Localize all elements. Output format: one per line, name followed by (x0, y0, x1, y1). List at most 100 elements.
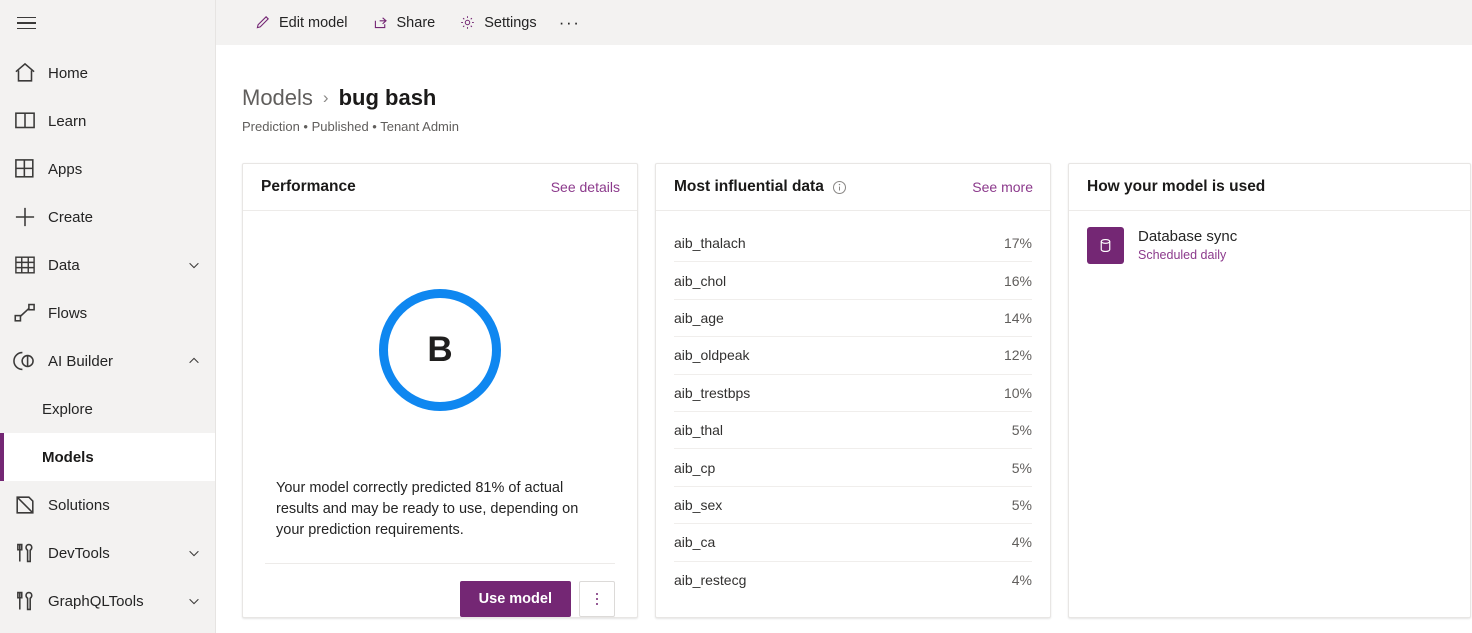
apps-icon (12, 159, 38, 179)
sidebar-item-label: AI Builder (48, 353, 187, 370)
performance-description: Your model correctly predicted 81% of ac… (265, 478, 615, 541)
main-content: Edit model Share Settings ··· Models › b… (216, 0, 1472, 633)
cards-container: Performance See details B Your model cor… (242, 163, 1472, 618)
feature-name: aib_trestbps (674, 385, 750, 401)
page-title: bug bash (339, 85, 437, 111)
sidebar-item-graphqltools[interactable]: GraphQLTools (0, 577, 215, 625)
sidebar-item-label: Data (48, 257, 187, 274)
usage-card-body: Database sync Scheduled daily (1069, 211, 1470, 617)
ai-builder-icon (12, 351, 38, 371)
feature-name: aib_restecg (674, 572, 746, 588)
sidebar-item-apps[interactable]: Apps (0, 145, 215, 193)
feature-name: aib_sex (674, 497, 722, 513)
feature-value: 12% (1004, 347, 1032, 363)
sidebar-item-data[interactable]: Data (0, 241, 215, 289)
sidebar-item-label: Create (48, 209, 201, 226)
feature-name: aib_thalach (674, 235, 746, 251)
info-icon[interactable] (832, 180, 847, 195)
table-row[interactable]: aib_thal 5% (674, 412, 1032, 449)
book-icon (12, 111, 38, 131)
hamburger-icon[interactable] (6, 3, 46, 43)
sidebar-item-flows[interactable]: Flows (0, 289, 215, 337)
see-details-link[interactable]: See details (551, 179, 620, 195)
table-row[interactable]: aib_thalach 17% (674, 225, 1032, 262)
settings-button[interactable]: Settings (447, 6, 548, 40)
influential-data-list: aib_thalach 17% aib_chol 16% aib_age 14% (656, 211, 1050, 617)
sidebar-item-label: Flows (48, 305, 201, 322)
share-icon (372, 14, 389, 31)
sidebar-item-learn[interactable]: Learn (0, 97, 215, 145)
performance-actions: Use model (265, 564, 615, 617)
chevron-up-icon[interactable] (187, 354, 201, 368)
table-row[interactable]: aib_age 14% (674, 300, 1032, 337)
sidebar-item-label: Home (48, 65, 201, 82)
plus-icon (12, 207, 38, 227)
table-row[interactable]: aib_chol 16% (674, 262, 1032, 299)
performance-card-header: Performance See details (243, 164, 637, 211)
table-icon (12, 255, 38, 275)
feature-value: 17% (1004, 235, 1032, 251)
chevron-down-icon[interactable] (187, 258, 201, 272)
settings-label: Settings (484, 15, 536, 31)
feature-name: aib_oldpeak (674, 347, 750, 363)
feature-name: aib_cp (674, 460, 715, 476)
table-row[interactable]: aib_oldpeak 12% (674, 337, 1032, 374)
feature-value: 10% (1004, 385, 1032, 401)
chevron-down-icon[interactable] (187, 594, 201, 608)
see-more-link[interactable]: See more (972, 179, 1033, 195)
table-row[interactable]: aib_cp 5% (674, 449, 1032, 486)
influential-card-title: Most influential data (674, 178, 847, 196)
table-row[interactable]: aib_trestbps 10% (674, 375, 1032, 412)
performance-more-button[interactable] (579, 581, 615, 617)
usage-item-text: Database sync Scheduled daily (1138, 227, 1237, 264)
usage-card-header: How your model is used (1069, 164, 1470, 211)
tools-icon (12, 543, 38, 563)
dot (596, 603, 599, 606)
breadcrumb-parent-link[interactable]: Models (242, 85, 313, 111)
sidebar-nav: Home Learn Apps Create (0, 49, 215, 625)
performance-card: Performance See details B Your model cor… (242, 163, 638, 618)
chevron-down-icon[interactable] (187, 546, 201, 560)
feature-name: aib_chol (674, 273, 726, 289)
performance-card-title: Performance (261, 178, 356, 196)
more-commands-button[interactable]: ··· (553, 6, 587, 40)
feature-name: aib_thal (674, 422, 723, 438)
sidebar-item-home[interactable]: Home (0, 49, 215, 97)
grade-wrapper: B (265, 211, 615, 482)
table-row[interactable]: aib_sex 5% (674, 487, 1032, 524)
model-usage-card: How your model is used Database sync Sch… (1068, 163, 1471, 618)
sidebar-item-models[interactable]: Models (0, 433, 215, 481)
breadcrumb: Models › bug bash (242, 85, 1472, 111)
influential-title-label: Most influential data (674, 178, 824, 196)
feature-value: 5% (1012, 422, 1032, 438)
sidebar-item-label: Explore (42, 401, 201, 418)
sidebar-item-label: Apps (48, 161, 201, 178)
usage-item-schedule: Scheduled daily (1138, 247, 1237, 264)
edit-model-button[interactable]: Edit model (242, 6, 360, 40)
feature-value: 16% (1004, 273, 1032, 289)
sidebar-item-label: GraphQLTools (48, 593, 187, 610)
sidebar-item-ai-builder[interactable]: AI Builder (0, 337, 215, 385)
sidebar: Home Learn Apps Create (0, 0, 216, 633)
share-label: Share (397, 15, 436, 31)
feature-value: 14% (1004, 310, 1032, 326)
sidebar-item-label: Models (42, 449, 201, 466)
app-root: Home Learn Apps Create (0, 0, 1472, 633)
page-content: Models › bug bash Prediction • Published… (216, 85, 1472, 618)
performance-card-body: B Your model correctly predicted 81% of … (243, 211, 637, 617)
sidebar-item-create[interactable]: Create (0, 193, 215, 241)
share-button[interactable]: Share (360, 6, 448, 40)
table-row[interactable]: aib_restecg 4% (674, 562, 1032, 599)
sidebar-item-solutions[interactable]: Solutions (0, 481, 215, 529)
table-row[interactable]: aib_ca 4% (674, 524, 1032, 561)
dot (596, 598, 599, 601)
feature-value: 5% (1012, 497, 1032, 513)
list-item[interactable]: Database sync Scheduled daily (1087, 227, 1452, 264)
tools-icon (12, 591, 38, 611)
sidebar-item-devtools[interactable]: DevTools (0, 529, 215, 577)
use-model-button[interactable]: Use model (460, 581, 571, 617)
sidebar-item-explore[interactable]: Explore (0, 385, 215, 433)
sidebar-item-label: Learn (48, 113, 201, 130)
feature-name: aib_age (674, 310, 724, 326)
page-subtitle: Prediction • Published • Tenant Admin (242, 119, 1472, 134)
